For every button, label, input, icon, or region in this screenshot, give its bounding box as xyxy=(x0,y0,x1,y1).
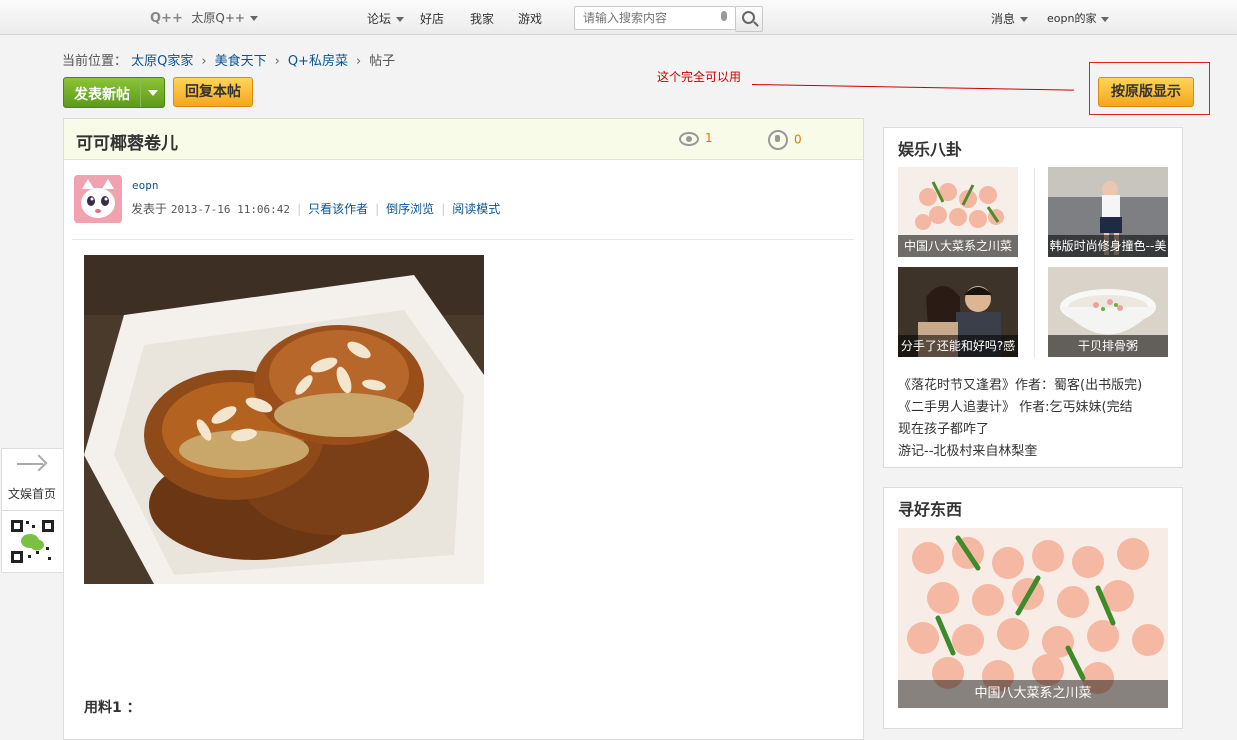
chevron-down-icon xyxy=(1101,16,1110,22)
nav-messages-label: 消息 xyxy=(991,12,1016,26)
annotation-line xyxy=(751,84,1074,91)
thumb-couple[interactable]: 分手了还能和好吗?感 xyxy=(898,267,1018,357)
featured-food-image[interactable]: 中国八大菜系之川菜 xyxy=(898,528,1168,708)
find-goods-title: 寻好东西 xyxy=(898,500,963,519)
reading-mode-link[interactable]: 阅读模式 xyxy=(452,202,500,216)
nav-user-label: eopn的家 xyxy=(1047,12,1097,25)
divider xyxy=(72,239,854,240)
breadcrumb-separator: › xyxy=(201,54,207,69)
nav-forum[interactable]: 论坛 xyxy=(367,10,405,27)
find-goods-panel: 寻好东西 中国八大菜系之川菜 xyxy=(883,487,1183,729)
view-count: 1 xyxy=(679,131,713,146)
separator: | xyxy=(441,202,446,216)
breadcrumb-link-kitchen[interactable]: Q+私房菜 xyxy=(288,54,348,69)
search-box xyxy=(574,6,736,30)
breadcrumb-separator: › xyxy=(274,54,280,69)
thumb-caption: 中国八大菜系之川菜 xyxy=(898,235,1018,257)
site-logo[interactable]: Q++ 太原Q++ xyxy=(150,9,258,26)
article-link[interactable]: 《落花时节又逢君》作者：蜀客(出书版完) xyxy=(898,374,1142,393)
post-panel: 可可椰蓉卷儿 1 0 eopn 发表于 2013-7-16 11:06:42 | 只… xyxy=(63,118,864,740)
avatar[interactable] xyxy=(74,175,122,223)
post-title: 可可椰蓉卷儿 xyxy=(76,134,178,154)
ingredients-heading: 用料1 ： xyxy=(84,700,141,716)
divider xyxy=(1034,168,1035,358)
breadcrumb-current: 帖子 xyxy=(369,54,396,69)
logo-text: Q++ xyxy=(150,11,183,26)
breadcrumb-link-food[interactable]: 美食天下 xyxy=(215,54,267,69)
separator: | xyxy=(375,202,380,216)
chevron-down-icon xyxy=(249,16,258,21)
separator: | xyxy=(297,202,302,216)
annotation-text: 这个完全可以用 xyxy=(657,70,742,84)
post-meta: 发表于 2013-7-16 11:06:42 | 只看该作者 | 倒序浏览 | 阅读模式 xyxy=(131,200,500,217)
article-link[interactable]: 《二手男人追妻计》 作者:乞丐妹妹(完结 xyxy=(898,396,1133,415)
city-label: 太原Q++ xyxy=(191,11,245,25)
thumb-congee[interactable]: 干贝排骨粥 xyxy=(1048,267,1168,357)
entertainment-title: 娱乐八卦 xyxy=(898,140,963,159)
breadcrumb: 当前位置： 太原Q家家 › 美食天下 › Q+私房菜 › 帖子 xyxy=(62,50,395,69)
reply-button[interactable]: 回复本帖 xyxy=(173,77,253,107)
city-selector[interactable]: 太原Q++ xyxy=(191,11,258,25)
search-button[interactable] xyxy=(735,6,763,32)
nav-forum-label: 论坛 xyxy=(367,12,392,26)
article-link[interactable]: 现在孩子都咋了 xyxy=(898,418,989,437)
breadcrumb-link-taiyuan[interactable]: 太原Q家家 xyxy=(131,54,193,69)
thumb-caption: 分手了还能和好吗?感 xyxy=(898,335,1018,357)
chevron-down-icon[interactable] xyxy=(148,90,158,96)
author-name[interactable]: eopn xyxy=(132,179,159,192)
breadcrumb-prefix: 当前位置： xyxy=(62,54,128,69)
nav-games[interactable]: 游戏 xyxy=(518,10,542,27)
nav-shops[interactable]: 好店 xyxy=(420,10,444,27)
button-divider xyxy=(140,78,141,107)
entertainment-panel: 娱乐八卦 中国八大菜系之川菜 韩版时尚修身撞色--美 分手了还能和好吗?感 干贝… xyxy=(883,127,1183,468)
nav-messages[interactable]: 消息 xyxy=(991,10,1029,27)
reply-count-value: 0 xyxy=(794,132,802,147)
thumb-caption: 干贝排骨粥 xyxy=(1048,335,1168,357)
article-link[interactable]: 游记--北极村来自林梨奎 xyxy=(898,440,1037,459)
arrow-right-icon xyxy=(17,463,43,465)
reverse-order-link[interactable]: 倒序浏览 xyxy=(386,202,434,216)
new-post-button[interactable]: 发表新帖 xyxy=(63,77,165,108)
posted-label: 发表于 xyxy=(131,202,168,216)
home-label: 文娱首页 xyxy=(8,487,57,501)
thumb-sichuan-cuisine[interactable]: 中国八大菜系之川菜 xyxy=(898,167,1018,257)
thumb-caption: 韩版时尚修身撞色--美 xyxy=(1048,235,1168,257)
original-view-button[interactable]: 按原版显示 xyxy=(1098,77,1194,107)
chevron-down-icon xyxy=(396,17,405,22)
view-count-value: 1 xyxy=(705,131,713,145)
post-image[interactable] xyxy=(84,255,484,584)
search-icon xyxy=(742,11,755,24)
breadcrumb-separator: › xyxy=(355,54,362,69)
thumb-fashion[interactable]: 韩版时尚修身撞色--美 xyxy=(1048,167,1168,257)
comment-icon xyxy=(768,130,788,150)
chevron-down-icon xyxy=(1020,17,1029,22)
reply-count: 0 xyxy=(768,130,802,150)
featured-caption: 中国八大菜系之川菜 xyxy=(898,680,1168,708)
top-nav-bar: Q++ 太原Q++ 论坛 好店 我家 游戏 消息 eopn的家 xyxy=(0,0,1237,35)
wechat-qr-code[interactable] xyxy=(1,510,64,573)
only-author-link[interactable]: 只看该作者 xyxy=(308,202,368,216)
post-timestamp: 2013-7-16 11:06:42 xyxy=(170,203,291,216)
eye-icon xyxy=(679,131,699,146)
microphone-icon[interactable] xyxy=(721,11,727,21)
entertainment-home-button[interactable]: 文娱首页 xyxy=(1,448,64,511)
nav-home[interactable]: 我家 xyxy=(470,10,494,27)
new-post-label: 发表新帖 xyxy=(74,87,130,103)
nav-user[interactable]: eopn的家 xyxy=(1047,10,1110,26)
search-input[interactable] xyxy=(581,7,715,29)
post-header: 可可椰蓉卷儿 1 0 xyxy=(64,119,863,160)
